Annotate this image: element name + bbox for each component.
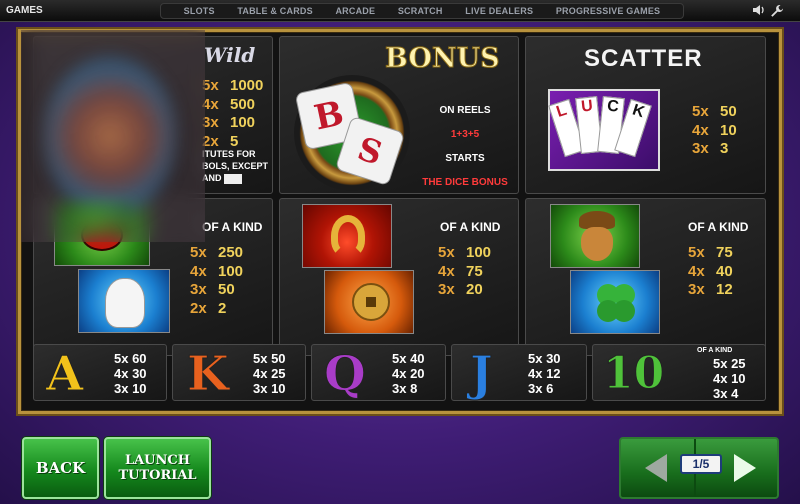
horseshoe-icon [331, 215, 365, 257]
blurred-character-overlay [21, 30, 205, 242]
wrench-icon[interactable] [770, 4, 784, 21]
letter-j-symbol: J [470, 346, 494, 402]
category-nav: SLOTS TABLE & CARDS ARCADE SCRATCH LIVE … [160, 3, 684, 19]
four-leaf-clover-icon [597, 284, 635, 322]
letter-k-symbol: K [187, 346, 230, 402]
letter-q-symbol: Q [324, 346, 367, 402]
nav-slots[interactable]: SLOTS [184, 6, 215, 16]
letter-j-panel: J 5x 30 4x 12 3x 6 [451, 344, 587, 401]
letter-a-panel: A 5x 60 4x 30 3x 10 [33, 344, 167, 401]
scatter-mini-icon [224, 173, 243, 184]
wild-paytable: 5x 1000 4x 500 3x 100 2x 5 [202, 77, 264, 150]
back-button[interactable]: BACK [22, 437, 99, 499]
bonus-description: ON REELS 1+3+5 STARTS THE DICE BONUS [422, 105, 508, 188]
speaker-icon[interactable] [752, 4, 766, 19]
wild-logo: Wild [204, 43, 256, 67]
nav-arcade[interactable]: ARCADE [335, 6, 375, 16]
games-menu-link[interactable]: GAMES [6, 5, 43, 16]
scatter-title: SCATTER [584, 45, 703, 72]
acorn-icon [581, 227, 613, 261]
of-a-kind-label: OF A KIND [697, 347, 733, 354]
letter-j-paytable: 5x 30 4x 12 3x 6 [528, 351, 561, 396]
acorn-symbol [550, 204, 640, 268]
nav-progressive-games[interactable]: PROGRESSIVE GAMES [556, 6, 660, 16]
letter-q-panel: Q 5x 40 4x 20 3x 8 [311, 344, 446, 401]
ten-panel: 10 OF A KIND 5x 25 4x 10 3x 4 [592, 344, 766, 401]
ladybug-cat-paytable: 5x 250 4x 100 3x 50 2x 2 [190, 244, 244, 317]
lucky-cat-icon [105, 278, 145, 328]
letter-q-paytable: 5x 40 4x 20 3x 8 [392, 351, 425, 396]
ten-symbol: 10 [602, 348, 665, 400]
nav-scratch[interactable]: SCRATCH [398, 6, 443, 16]
acorn-clover-panel: OF A KIND 5x 75 4x 40 3x 12 [525, 198, 766, 356]
arrow-left-icon [645, 454, 667, 482]
letter-k-panel: K 5x 50 4x 25 3x 10 [172, 344, 306, 401]
letter-a-paytable: 5x 60 4x 30 3x 10 [114, 351, 147, 396]
scatter-paytable: 5x 50 4x 10 3x 3 [692, 103, 737, 157]
chinese-coin-icon [352, 283, 390, 321]
lucky-cat-symbol [78, 269, 170, 333]
acorn-clover-paytable: 5x 75 4x 40 3x 12 [688, 244, 733, 298]
letter-k-paytable: 5x 50 4x 25 3x 10 [253, 351, 286, 396]
ten-paytable: 5x 25 4x 10 3x 4 [713, 356, 746, 401]
launch-tutorial-button[interactable]: LAUNCH TUTORIAL [104, 437, 211, 499]
bonus-panel: BONUS B S ON REELS 1+3+5 STARTS THE DICE… [279, 36, 519, 194]
of-a-kind-label: OF A KIND [202, 220, 263, 234]
letter-a-symbol: A [45, 346, 84, 402]
nav-live-dealers[interactable]: LIVE DEALERS [465, 6, 533, 16]
horseshoe-coin-paytable: 5x 100 4x 75 3x 20 [438, 244, 492, 298]
scatter-panel: SCATTER L U C K 5x 50 4x 10 3x 3 [525, 36, 766, 194]
horseshoe-coin-panel: OF A KIND 5x 100 4x 75 3x 20 [279, 198, 519, 356]
of-a-kind-label: OF A KIND [688, 220, 749, 234]
bonus-title: BONUS [385, 43, 501, 75]
dice-symbol: B S [294, 75, 410, 191]
top-navigation-bar: GAMES SLOTS TABLE & CARDS ARCADE SCRATCH… [0, 0, 800, 22]
page-indicator: 1/5 [680, 454, 722, 474]
wild-character-symbol [45, 56, 175, 216]
nav-table-cards[interactable]: TABLE & CARDS [237, 6, 312, 16]
arrow-right-icon [734, 454, 756, 482]
wild-description: ITUTES FOR BOLS, EXCEPT AND [202, 149, 269, 184]
luck-cards-symbol: L U C K [548, 89, 660, 171]
clover-symbol [570, 270, 660, 334]
horseshoe-symbol [302, 204, 392, 268]
coin-symbol [324, 270, 414, 334]
of-a-kind-label: OF A KIND [440, 220, 501, 234]
